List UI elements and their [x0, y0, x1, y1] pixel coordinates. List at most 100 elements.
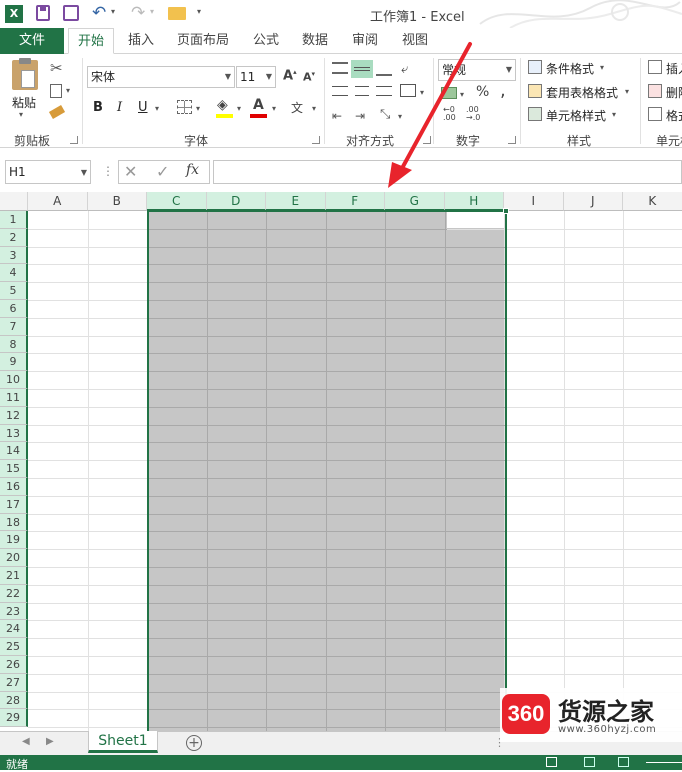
row-header-13[interactable]: 13: [0, 424, 28, 443]
row-header-19[interactable]: 19: [0, 531, 28, 550]
copy-icon[interactable]: [50, 84, 62, 98]
row-header-3[interactable]: 3: [0, 246, 28, 265]
column-header-i[interactable]: I: [504, 192, 564, 211]
row-header-8[interactable]: 8: [0, 335, 28, 354]
row-header-16[interactable]: 16: [0, 478, 28, 496]
phonetic-dropdown-icon[interactable]: ▾: [312, 104, 316, 113]
customize-toolbar-icon[interactable]: ▾: [197, 7, 201, 16]
conditional-formatting-button[interactable]: 条件格式: [546, 60, 594, 77]
number-launcher-icon[interactable]: [508, 136, 516, 144]
top-align-icon[interactable]: [332, 62, 348, 74]
save-icon[interactable]: [36, 5, 50, 21]
column-header-e[interactable]: E: [266, 192, 326, 211]
row-header-9[interactable]: 9: [0, 353, 28, 372]
italic-button[interactable]: I: [117, 100, 122, 115]
redo-dropdown-icon[interactable]: ▾: [150, 7, 154, 16]
bold-button[interactable]: B: [93, 100, 103, 115]
decrease-indent-icon[interactable]: ⇤: [332, 109, 342, 123]
paste-label[interactable]: 粘贴: [12, 94, 36, 111]
formula-bar-grip-icon[interactable]: ⋮: [102, 164, 114, 178]
delete-cells-button[interactable]: 删除: [666, 84, 682, 101]
insert-cells-icon[interactable]: [648, 60, 662, 74]
row-header-25[interactable]: 25: [0, 638, 28, 656]
column-header-b[interactable]: B: [87, 192, 147, 211]
row-header-21[interactable]: 21: [0, 567, 28, 585]
insert-cells-button[interactable]: 插入: [666, 60, 682, 77]
increase-indent-icon[interactable]: ⇥: [355, 109, 365, 123]
align-left-icon[interactable]: [332, 86, 348, 96]
row-header-26[interactable]: 26: [0, 656, 28, 674]
row-header-14[interactable]: 14: [0, 442, 28, 461]
row-header-5[interactable]: 5: [0, 282, 28, 300]
open-folder-icon[interactable]: [168, 7, 186, 20]
format-cells-button[interactable]: 格式: [666, 107, 682, 124]
cell-styles-dropdown-icon[interactable]: ▾: [612, 110, 616, 119]
column-header-j[interactable]: J: [563, 192, 623, 211]
decrease-font-icon[interactable]: A▾: [303, 70, 315, 84]
format-as-table-icon[interactable]: [528, 84, 542, 98]
worksheet-grid[interactable]: ABCDEFGHIJK 1 2 3 4 5 6 7 8 9 10 11 12 13 14 15 16 17 18 1…: [0, 192, 682, 732]
undo-icon[interactable]: ↶: [92, 3, 106, 23]
delete-cells-icon[interactable]: [648, 84, 662, 98]
cell-styles-icon[interactable]: [528, 107, 542, 121]
row-header-27[interactable]: 27: [0, 673, 28, 692]
paste-dropdown-icon[interactable]: ▾: [19, 110, 23, 119]
tab-formulas[interactable]: 公式: [245, 28, 287, 54]
next-sheet-icon[interactable]: ▶: [46, 736, 54, 747]
fill-handle[interactable]: [503, 208, 509, 214]
font-name-dropdown-icon[interactable]: ▼: [225, 67, 231, 87]
row-header-15[interactable]: 15: [0, 460, 28, 478]
redo-icon[interactable]: ↷: [131, 3, 145, 23]
column-header-f[interactable]: F: [325, 192, 385, 211]
format-as-table-dropdown-icon[interactable]: ▾: [625, 87, 629, 96]
increase-font-icon[interactable]: A▴: [283, 68, 297, 83]
row-header-2[interactable]: 2: [0, 228, 28, 247]
prev-sheet-icon[interactable]: ◀: [22, 736, 30, 747]
row-header-6[interactable]: 6: [0, 300, 28, 318]
conditional-formatting-icon[interactable]: [528, 60, 542, 74]
row-header-18[interactable]: 18: [0, 513, 28, 532]
cell-styles-button[interactable]: 单元格样式: [546, 107, 606, 124]
borders-icon[interactable]: [177, 100, 192, 114]
row-header-4[interactable]: 4: [0, 264, 28, 283]
row-header-28[interactable]: 28: [0, 691, 28, 710]
column-header-d[interactable]: D: [206, 192, 266, 211]
select-all-corner[interactable]: [0, 192, 28, 211]
column-header-k[interactable]: K: [623, 192, 682, 211]
row-header-29[interactable]: 29: [0, 709, 28, 728]
row-header-24[interactable]: 24: [0, 620, 28, 639]
tab-home[interactable]: 开始: [68, 28, 114, 54]
row-header-7[interactable]: 7: [0, 317, 28, 336]
row-header-12[interactable]: 12: [0, 406, 28, 425]
font-launcher-icon[interactable]: [312, 136, 320, 144]
zoom-slider[interactable]: [646, 762, 682, 763]
tab-insert[interactable]: 插入: [120, 28, 162, 54]
cut-icon[interactable]: ✂: [50, 59, 63, 77]
number-format-dropdown-icon[interactable]: ▼: [506, 60, 512, 80]
add-sheet-icon[interactable]: +: [186, 735, 202, 751]
row-header-1[interactable]: 1: [0, 211, 28, 229]
paste-icon[interactable]: [12, 58, 38, 90]
column-header-a[interactable]: A: [28, 192, 88, 211]
clipboard-launcher-icon[interactable]: [70, 136, 78, 144]
confirm-entry-icon[interactable]: ✓: [156, 162, 169, 181]
name-box[interactable]: H1 ▼: [5, 160, 91, 184]
borders-dropdown-icon[interactable]: ▾: [196, 104, 200, 113]
tab-data[interactable]: 数据: [294, 28, 336, 54]
phonetic-guide-icon[interactable]: 文: [291, 99, 303, 116]
font-name-combo[interactable]: 宋体 ▼: [87, 66, 235, 88]
row-header-20[interactable]: 20: [0, 549, 28, 567]
align-center-icon[interactable]: [355, 86, 369, 96]
insert-function-icon[interactable]: fx: [186, 162, 199, 178]
column-header-g[interactable]: G: [385, 192, 445, 211]
tab-page-layout[interactable]: 页面布局: [170, 28, 236, 54]
normal-view-icon[interactable]: [546, 757, 557, 767]
row-header-23[interactable]: 23: [0, 602, 28, 621]
row-header-17[interactable]: 17: [0, 495, 28, 514]
sheet-tab-sheet1[interactable]: Sheet1: [88, 731, 158, 753]
tab-file[interactable]: 文件: [0, 28, 64, 54]
format-cells-icon[interactable]: [648, 107, 662, 121]
column-header-c[interactable]: C: [147, 192, 207, 211]
underline-dropdown-icon[interactable]: ▾: [155, 104, 159, 113]
row-header-22[interactable]: 22: [0, 584, 28, 603]
